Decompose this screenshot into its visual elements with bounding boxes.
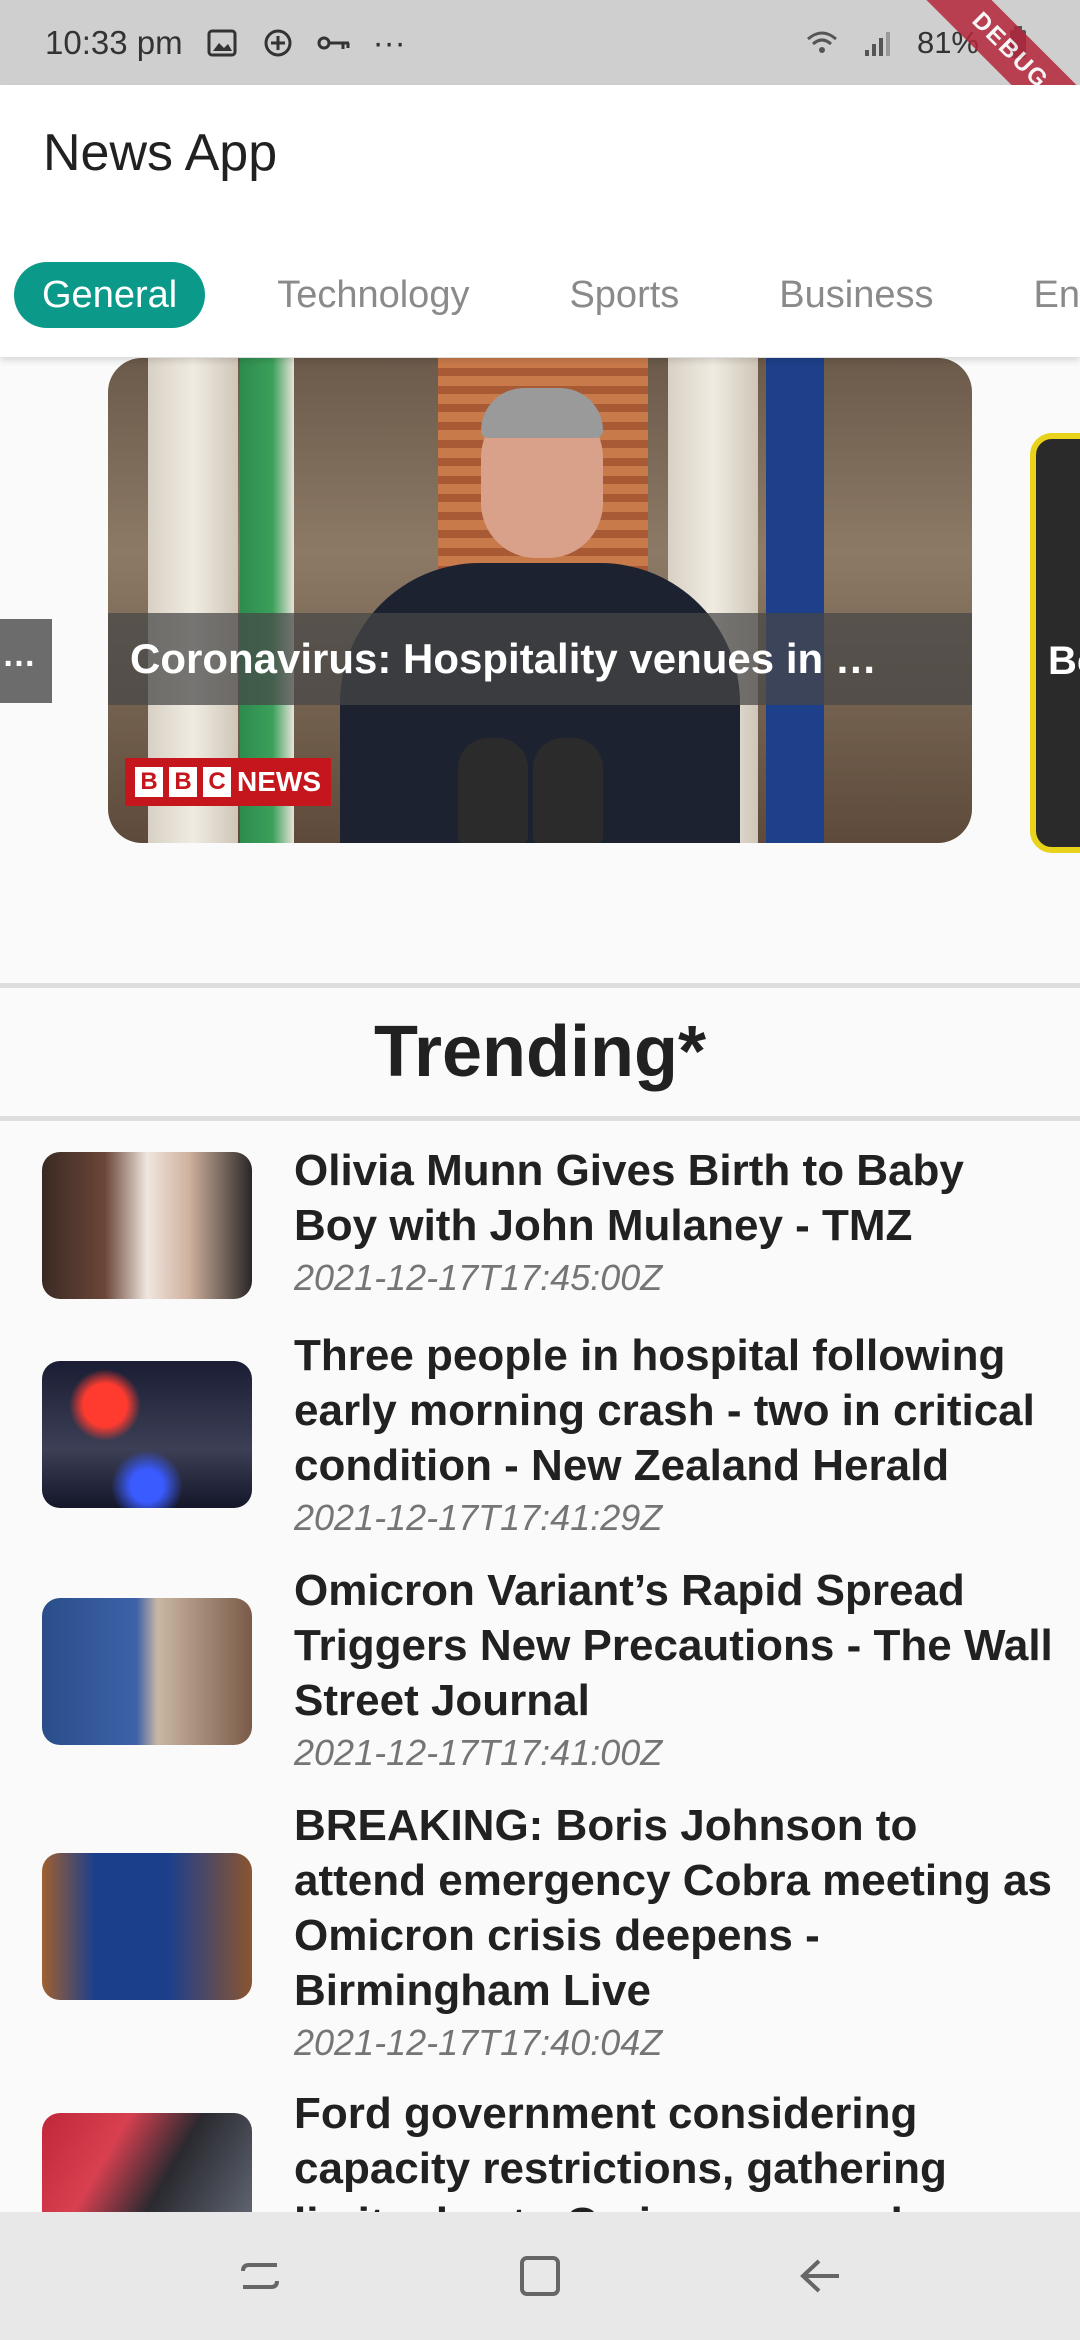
add-circle-icon bbox=[261, 26, 295, 60]
news-title: BREAKING: Boris Johnson to attend emerge… bbox=[294, 1801, 1053, 2015]
microphone bbox=[533, 738, 603, 843]
tab-general[interactable]: General bbox=[14, 262, 206, 328]
recent-apps-button[interactable] bbox=[230, 2246, 290, 2306]
bbc-news-logo: B B C NEWS bbox=[125, 758, 331, 806]
news-text: BREAKING: Boris Johnson to attend emerge… bbox=[294, 1798, 1054, 2068]
news-thumbnail bbox=[42, 2113, 252, 2212]
tab-business[interactable]: Business bbox=[751, 262, 961, 328]
headline-carousel[interactable]: … Coronavirus: Hospitality venues in … B… bbox=[0, 357, 1080, 867]
news-date: 2021-12-17T17:40:04Z bbox=[294, 2022, 663, 2063]
app-bar: News App General Technology Sports Busin… bbox=[0, 85, 1080, 357]
more-notifications-icon: ··· bbox=[372, 23, 406, 61]
headline-caption: Coronavirus: Hospitality venues in … bbox=[108, 613, 972, 705]
news-date: 2021-12-17T17:45:00Z bbox=[294, 1257, 663, 1298]
news-title: Omicron Variant’s Rapid Spread Triggers … bbox=[294, 1566, 1053, 1725]
home-button[interactable] bbox=[510, 2246, 570, 2306]
bbc-logo-word: NEWS bbox=[237, 766, 321, 797]
news-text: Ford government considering capacity res… bbox=[294, 2086, 1054, 2212]
wifi-icon bbox=[805, 26, 839, 60]
key-icon bbox=[317, 26, 351, 60]
next-card[interactable]: Bo bbox=[1030, 433, 1080, 853]
news-item[interactable]: Olivia Munn Gives Birth to Baby Boy with… bbox=[0, 1128, 1080, 1313]
status-left: 10:33 pm ··· bbox=[45, 24, 406, 62]
news-date: 2021-12-17T17:41:29Z bbox=[294, 1497, 663, 1538]
news-thumbnail bbox=[42, 1853, 252, 2000]
microphone bbox=[458, 738, 528, 843]
news-text: Omicron Variant’s Rapid Spread Triggers … bbox=[294, 1563, 1054, 1778]
news-thumbnail bbox=[42, 1361, 252, 1508]
bbc-logo-letter: C bbox=[203, 767, 231, 797]
status-time: 10:33 pm bbox=[45, 23, 183, 61]
news-text: Olivia Munn Gives Birth to Baby Boy with… bbox=[294, 1143, 1054, 1303]
tab-sports[interactable]: Sports bbox=[541, 262, 707, 328]
headline-card[interactable]: Coronavirus: Hospitality venues in … B B… bbox=[108, 358, 972, 843]
eu-flag bbox=[766, 358, 824, 843]
news-title: Three people in hospital following early… bbox=[294, 1331, 1035, 1490]
news-item[interactable]: Three people in hospital following early… bbox=[0, 1313, 1080, 1548]
app-title: News App bbox=[43, 124, 278, 182]
news-thumbnail bbox=[42, 1152, 252, 1299]
news-text: Three people in hospital following early… bbox=[294, 1328, 1054, 1543]
news-date: 2021-12-17T17:41:00Z bbox=[294, 1732, 663, 1773]
news-title: Ford government considering capacity res… bbox=[294, 2089, 947, 2212]
news-item[interactable]: Omicron Variant’s Rapid Spread Triggers … bbox=[0, 1548, 1080, 1783]
news-list[interactable]: Olivia Munn Gives Birth to Baby Boy with… bbox=[0, 1128, 1080, 2212]
trending-title: Trending* bbox=[373, 1012, 706, 1092]
back-button[interactable] bbox=[790, 2246, 850, 2306]
bbc-logo-letter: B bbox=[169, 767, 197, 797]
category-tabs: General Technology Sports Business Ente bbox=[14, 262, 1080, 328]
news-item[interactable]: Ford government considering capacity res… bbox=[0, 2073, 1080, 2212]
news-item[interactable]: BREAKING: Boris Johnson to attend emerge… bbox=[0, 1783, 1080, 2073]
previous-card[interactable]: … bbox=[0, 619, 52, 703]
bbc-logo-letter: B bbox=[135, 767, 163, 797]
news-thumbnail bbox=[42, 1598, 252, 1745]
signal-icon bbox=[861, 26, 895, 60]
headline-title: Coronavirus: Hospitality venues in … bbox=[130, 635, 877, 682]
trending-header: Trending* bbox=[0, 983, 1080, 1121]
next-card-title: Bo bbox=[1048, 639, 1080, 683]
speaker-hair bbox=[481, 388, 603, 438]
tab-entertainment[interactable]: Ente bbox=[1005, 262, 1080, 328]
system-nav-bar bbox=[0, 2212, 1080, 2340]
tab-technology[interactable]: Technology bbox=[249, 262, 497, 328]
status-bar: 10:33 pm ··· 81% bbox=[0, 0, 1080, 85]
news-title: Olivia Munn Gives Birth to Baby Boy with… bbox=[294, 1146, 964, 1250]
gallery-icon bbox=[205, 26, 239, 60]
